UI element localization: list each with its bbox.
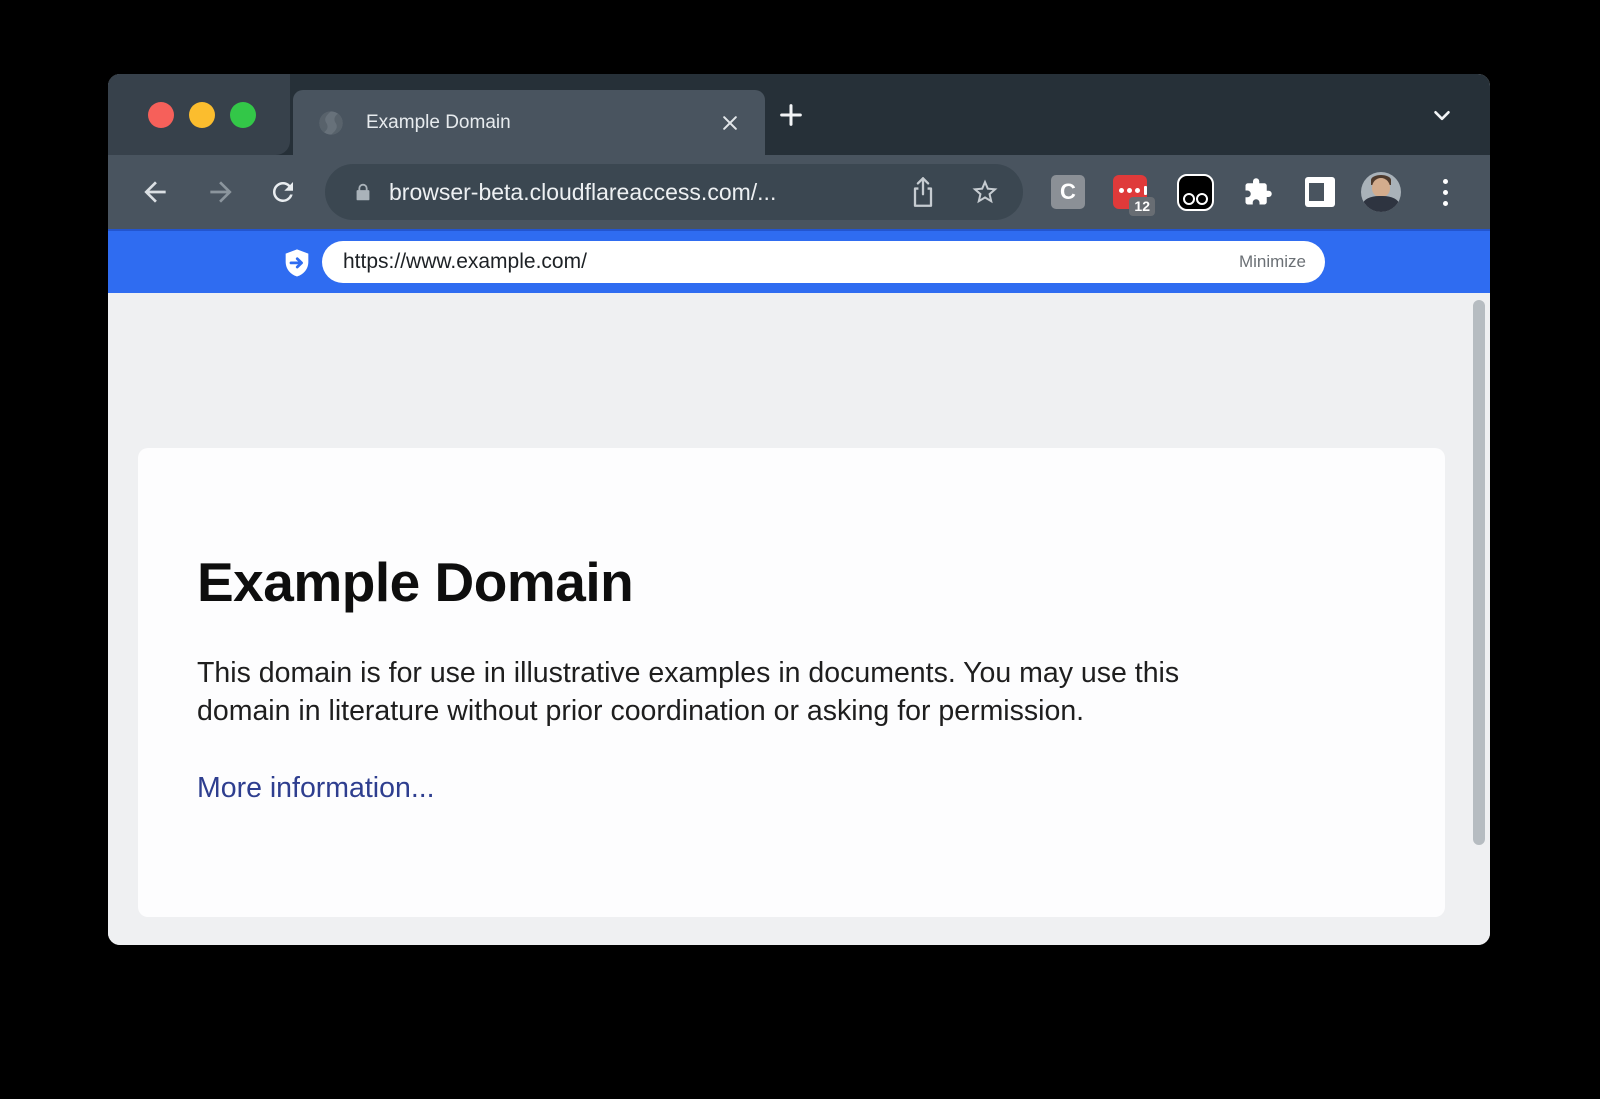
globe-favicon-icon [317,109,345,137]
reload-icon[interactable] [261,170,305,214]
body-line-2: domain in literature without prior coord… [197,692,1385,730]
tab-title: Example Domain [366,112,511,134]
forward-icon[interactable] [199,170,243,214]
lock-icon [352,179,374,205]
remote-url-value[interactable]: https://www.example.com/ [343,250,1239,274]
lens-right [1196,193,1208,205]
extension-badge: 12 [1129,197,1155,216]
tab-strip: Example Domain [108,74,1490,155]
minimize-window-button[interactable] [189,102,215,128]
tab-example-domain[interactable]: Example Domain [293,90,765,155]
tab-close-icon[interactable] [717,110,743,136]
lens-left [1183,193,1195,205]
tab-search-chevron-icon[interactable] [1426,100,1458,130]
extension-c-label: C [1060,179,1076,205]
puzzle-icon[interactable] [1239,173,1277,211]
page-viewport: Example Domain This domain is for use in… [108,293,1490,945]
browser-window: Example Domain [108,74,1490,945]
scrollbar-thumb[interactable] [1473,300,1485,845]
screenshot: Example Domain [0,0,1600,1099]
titlebar-traffic-area [108,74,290,155]
avatar-face [1372,178,1390,197]
page-title: Example Domain [197,550,1385,614]
back-icon[interactable] [133,170,177,214]
avatar-shoulders [1363,196,1399,212]
address-bar-url[interactable]: browser-beta.cloudflareaccess.com/... [389,179,903,206]
remote-url-input[interactable]: https://www.example.com/ Minimize [322,241,1325,283]
profile-avatar[interactable] [1361,172,1401,212]
side-panel-icon[interactable] [1305,177,1335,207]
isolation-shield-icon [281,247,313,279]
share-icon[interactable] [903,172,943,212]
toolbar: browser-beta.cloudflareaccess.com/... C [108,155,1490,229]
page-body: This domain is for use in illustrative e… [197,654,1385,730]
side-panel-hole [1309,183,1324,201]
zoom-window-button[interactable] [230,102,256,128]
remote-isolation-bar: https://www.example.com/ Minimize [108,229,1490,293]
close-window-button[interactable] [148,102,174,128]
more-information-link[interactable]: More information... [197,772,435,804]
address-bar[interactable]: browser-beta.cloudflareaccess.com/... [325,164,1023,220]
extension-c-icon[interactable]: C [1051,175,1085,209]
new-tab-button[interactable] [776,100,806,130]
red-dots-glyph [1119,186,1147,195]
chrome-menu-icon[interactable] [1430,172,1460,212]
extension-two-lens-icon[interactable] [1177,174,1214,211]
example-domain-card: Example Domain This domain is for use in… [138,448,1445,917]
minimize-bar-button[interactable]: Minimize [1239,252,1306,272]
extension-red-dots-icon[interactable]: 12 [1113,175,1147,209]
bookmark-star-icon[interactable] [965,172,1005,212]
body-line-1: This domain is for use in illustrative e… [197,654,1385,692]
